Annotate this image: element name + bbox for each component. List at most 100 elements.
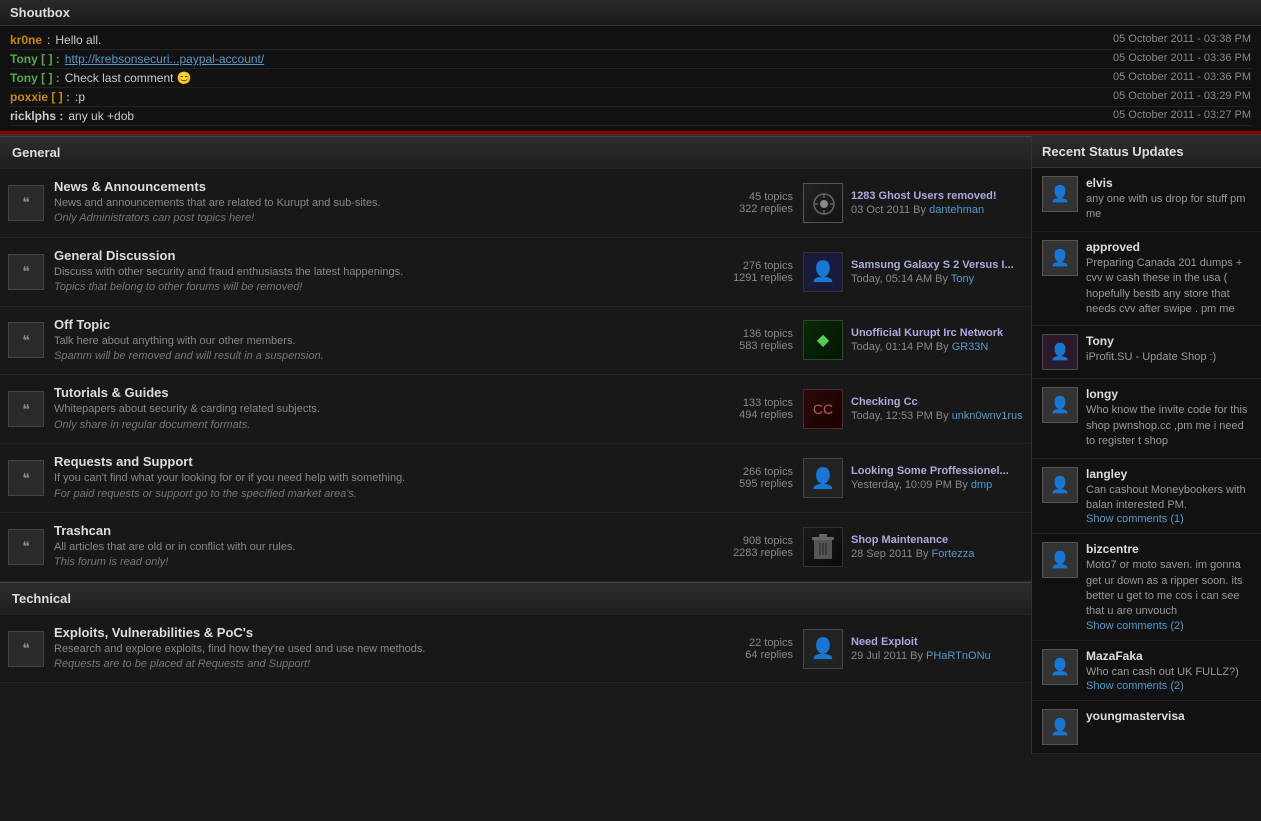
status-text-1: Preparing Canada 201 dumps + cvv w cash … [1086, 256, 1251, 318]
forum-info-exploits: Exploits, Vulnerabilities & PoC's Resear… [54, 625, 683, 673]
status-avatar-7: 👤 [1042, 709, 1078, 745]
status-item-6: 👤 MazaFaka Who can cash out UK FULLZ?) S… [1032, 641, 1261, 701]
category-requests[interactable]: ❝ Requests and Support If you can't find… [0, 444, 1031, 513]
quote-icon-trashcan: ❝ [8, 529, 44, 565]
status-text-0: any one with us drop for stuff pm me [1086, 192, 1251, 223]
category-offtopic[interactable]: ❝ Off Topic Talk here about anything wit… [0, 307, 1031, 376]
main-container: General ❝ News & Announcements News and … [0, 136, 1261, 754]
forum-stats-trashcan: 908 topics 2283 replies [693, 535, 793, 559]
status-item-4: 👤 langley Can cashout Moneybookers with … [1032, 459, 1261, 535]
status-text-3: Who know the invite code for this shop p… [1086, 403, 1251, 449]
last-user-requests[interactable]: dmp [971, 479, 992, 491]
last-avatar-general: 👤 [803, 252, 843, 292]
show-comments-6[interactable]: Show comments (2) [1086, 680, 1251, 692]
shoutbox-message-5: ricklphs : any uk +dob 05 October 2011 -… [10, 107, 1251, 126]
last-by-general: Today, 05:14 AM By Tony [851, 273, 1014, 285]
last-user-offtopic[interactable]: GR33N [952, 341, 989, 353]
forum-last-news: 1283 Ghost Users removed! 03 Oct 2011 By… [803, 183, 1023, 223]
status-text-6: Who can cash out UK FULLZ?) [1086, 665, 1251, 680]
status-avatar-1: 👤 [1042, 240, 1078, 276]
show-comments-5[interactable]: Show comments (2) [1086, 620, 1251, 632]
last-by-trashcan: 28 Sep 2011 By Fortezza [851, 548, 974, 560]
forum-last-requests: 👤 Looking Some Proffessionel... Yesterda… [803, 458, 1023, 498]
status-avatar-6: 👤 [1042, 649, 1078, 685]
status-user-5: bizcentre [1086, 542, 1251, 556]
section-header-technical: Technical [0, 582, 1031, 615]
status-user-1: approved [1086, 240, 1251, 254]
status-content-0: elvis any one with us drop for stuff pm … [1086, 176, 1251, 223]
status-avatar-3: 👤 [1042, 387, 1078, 423]
status-avatar-4: 👤 [1042, 467, 1078, 503]
quote-icon-exploits: ❝ [8, 631, 44, 667]
forum-desc-requests: If you can't find what your looking for … [54, 471, 683, 502]
category-tutorials[interactable]: ❝ Tutorials & Guides Whitepapers about s… [0, 375, 1031, 444]
forum-info-trashcan: Trashcan All articles that are old or in… [54, 523, 683, 571]
forum-info-general: General Discussion Discuss with other se… [54, 248, 683, 296]
shoutbox-message-2: Tony [ ] : http://krebsonsecuri...paypal… [10, 50, 1251, 69]
forum-section: General ❝ News & Announcements News and … [0, 136, 1031, 754]
forum-info-requests: Requests and Support If you can't find w… [54, 454, 683, 502]
status-content-1: approved Preparing Canada 201 dumps + cv… [1086, 240, 1251, 318]
category-news[interactable]: ❝ News & Announcements News and announce… [0, 169, 1031, 238]
forum-stats-news: 45 topics 322 replies [693, 191, 793, 215]
forum-title-requests: Requests and Support [54, 454, 683, 469]
status-item-7: 👤 youngmastervisa [1032, 701, 1261, 754]
status-avatar-0: 👤 [1042, 176, 1078, 212]
last-by-requests: Yesterday, 10:09 PM By dmp [851, 479, 1009, 491]
forum-title-news: News & Announcements [54, 179, 683, 194]
quote-icon-requests: ❝ [8, 460, 44, 496]
shoutbox-messages: kr0ne : Hello all. 05 October 2011 - 03:… [0, 26, 1261, 134]
forum-title-offtopic: Off Topic [54, 317, 683, 332]
status-content-7: youngmastervisa [1086, 709, 1251, 745]
last-info-offtopic: Unofficial Kurupt Irc Network Today, 01:… [851, 327, 1003, 353]
shoutbox-text: Hello all. [55, 33, 101, 47]
shoutbox-user: Tony [ ] : [10, 52, 60, 66]
shoutbox-message-3: Tony [ ] : Check last comment 😊 05 Octob… [10, 69, 1251, 88]
forum-info-offtopic: Off Topic Talk here about anything with … [54, 317, 683, 365]
forum-desc-news: News and announcements that are related … [54, 196, 683, 227]
category-general[interactable]: ❝ General Discussion Discuss with other … [0, 238, 1031, 307]
status-content-5: bizcentre Moto7 or moto saven. im gonna … [1086, 542, 1251, 632]
sidebar: Recent Status Updates 👤 elvis any one wi… [1031, 136, 1261, 754]
last-info-requests: Looking Some Proffessionel... Yesterday,… [851, 465, 1009, 491]
shoutbox-message-4: poxxie [ ] : :p 05 October 2011 - 03:29 … [10, 88, 1251, 107]
shoutbox-text: any uk +dob [68, 109, 134, 123]
quote-icon-offtopic: ❝ [8, 322, 44, 358]
category-exploits[interactable]: ❝ Exploits, Vulnerabilities & PoC's Rese… [0, 615, 1031, 684]
show-comments-4[interactable]: Show comments (1) [1086, 513, 1251, 525]
forum-last-trashcan: Shop Maintenance 28 Sep 2011 By Fortezza [803, 527, 1023, 567]
forum-last-offtopic: ◆ Unofficial Kurupt Irc Network Today, 0… [803, 320, 1023, 360]
last-by-offtopic: Today, 01:14 PM By GR33N [851, 341, 1003, 353]
shoutbox-user: Tony [ ] : [10, 71, 60, 85]
status-text-4: Can cashout Moneybookers with balan inte… [1086, 483, 1251, 514]
shoutbox-time: 05 October 2011 - 03:36 PM [1113, 52, 1251, 66]
forum-stats-general: 276 topics 1291 replies [693, 260, 793, 284]
last-avatar-news [803, 183, 843, 223]
forum-last-exploits: 👤 Need Exploit 29 Jul 2011 By PHaRTnONu [803, 629, 1023, 669]
sidebar-title: Recent Status Updates [1032, 136, 1261, 168]
category-trashcan[interactable]: ❝ Trashcan All articles that are old or … [0, 513, 1031, 582]
section-header-general: General [0, 136, 1031, 169]
last-avatar-tutorials: CC [803, 389, 843, 429]
last-user-news[interactable]: dantehman [929, 204, 984, 216]
status-user-4: langley [1086, 467, 1251, 481]
forum-desc-offtopic: Talk here about anything with our other … [54, 334, 683, 365]
status-content-4: langley Can cashout Moneybookers with ba… [1086, 467, 1251, 526]
shoutbox-link[interactable]: http://krebsonsecuri...paypal-account/ [65, 52, 264, 66]
last-info-general: Samsung Galaxy S 2 Versus I... Today, 05… [851, 259, 1014, 285]
last-by-news: 03 Oct 2011 By dantehman [851, 204, 997, 216]
forum-desc-trashcan: All articles that are old or in conflict… [54, 540, 683, 571]
forum-info-news: News & Announcements News and announceme… [54, 179, 683, 227]
forum-stats-tutorials: 133 topics 494 replies [693, 397, 793, 421]
last-user-tutorials[interactable]: unkn0wnv1rus [952, 410, 1023, 422]
last-user-exploits[interactable]: PHaRTnONu [926, 650, 991, 662]
forum-title-general: General Discussion [54, 248, 683, 263]
status-user-3: longy [1086, 387, 1251, 401]
forum-last-tutorials: CC Checking Cc Today, 12:53 PM By unkn0w… [803, 389, 1023, 429]
status-item-5: 👤 bizcentre Moto7 or moto saven. im gonn… [1032, 534, 1261, 641]
last-user-general[interactable]: Tony [951, 273, 974, 285]
last-user-trashcan[interactable]: Fortezza [932, 548, 975, 560]
quote-icon-news: ❝ [8, 185, 44, 221]
last-info-exploits: Need Exploit 29 Jul 2011 By PHaRTnONu [851, 636, 991, 662]
status-item-0: 👤 elvis any one with us drop for stuff p… [1032, 168, 1261, 232]
